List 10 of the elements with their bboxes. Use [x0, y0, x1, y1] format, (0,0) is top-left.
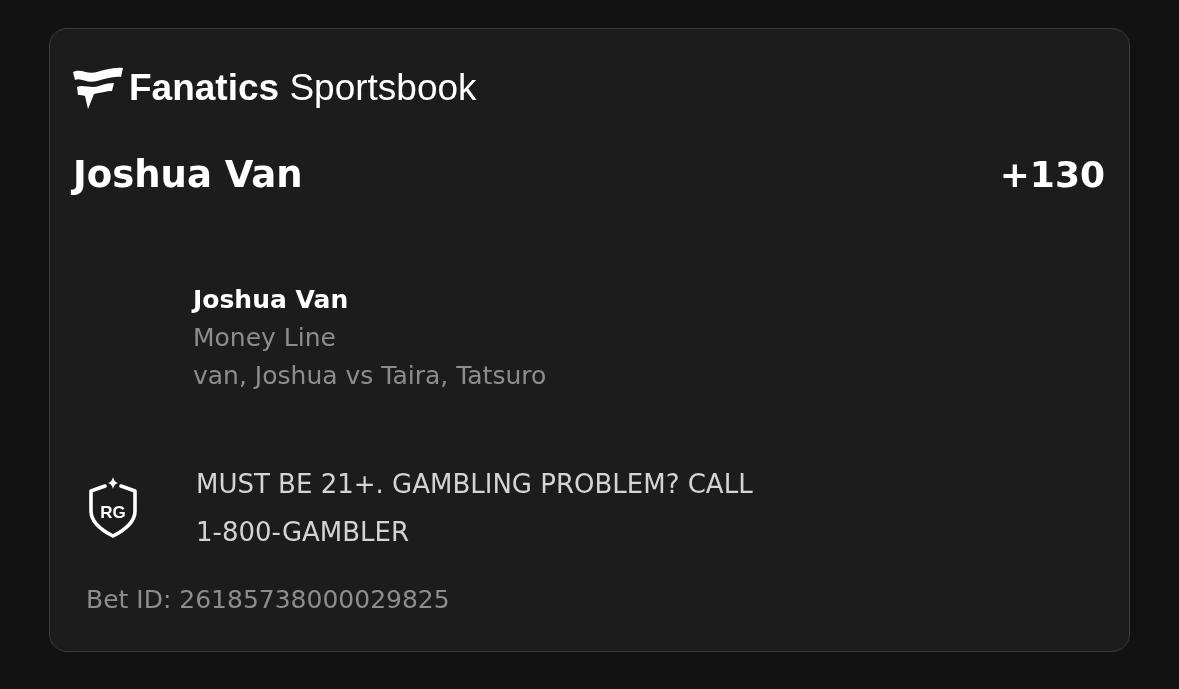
bet-title: Joshua Van [73, 153, 303, 198]
selection-name: Joshua Van [193, 284, 349, 317]
gambling-warning: MUST BE 21+. GAMBLING PROBLEM? CALL 1-800-GAMBLER [196, 468, 754, 550]
brand-name: Fanatics Sportsbook [129, 67, 477, 109]
bet-id: Bet ID: 26185738000029825 [86, 584, 450, 617]
flag-logo-icon [73, 67, 123, 109]
odds: +130 [999, 153, 1105, 197]
rg-shield-badge: RG [83, 477, 143, 540]
event-name: van, Joshua vs Taira, Tatsuro [193, 360, 547, 393]
market-type: Money Line [193, 322, 336, 355]
